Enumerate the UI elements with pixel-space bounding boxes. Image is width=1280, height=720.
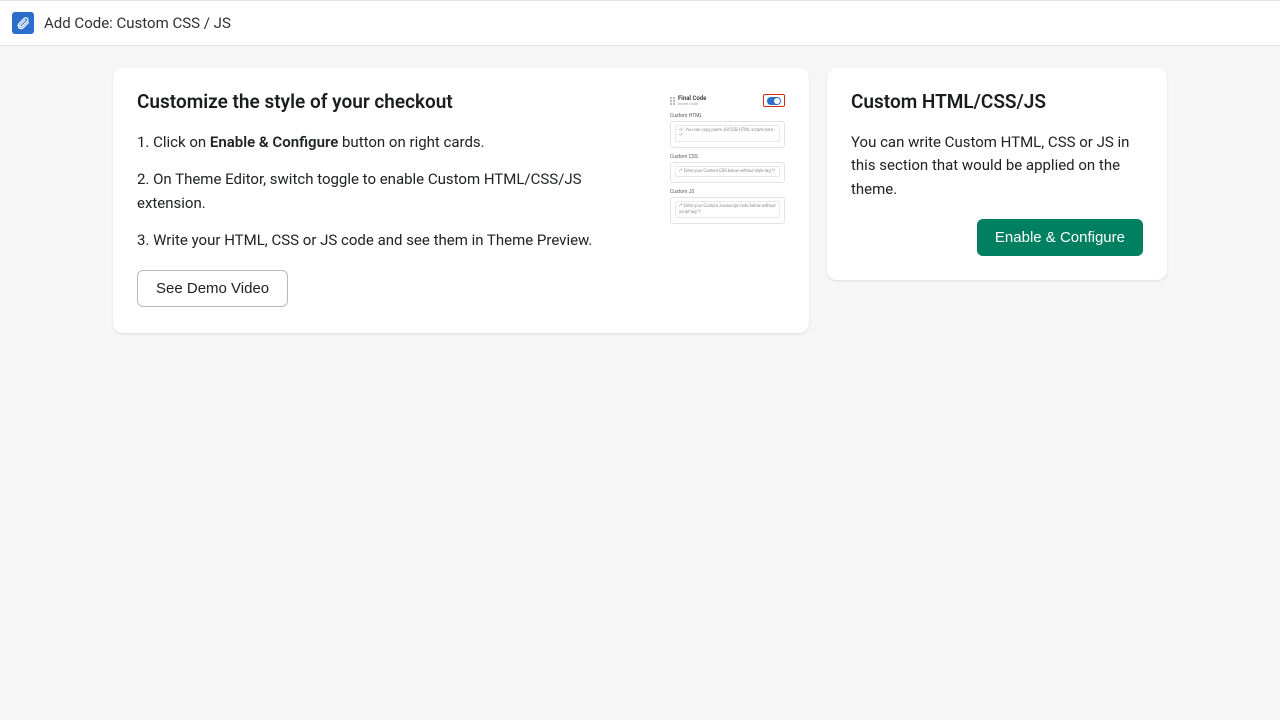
preview-css-label: Custom CSS (670, 154, 785, 160)
instructions-text: Customize the style of your checkout 1. … (137, 90, 650, 307)
config-title: Custom HTML/CSS/JS (851, 90, 1143, 113)
toggle-icon (767, 97, 781, 105)
step-1-bold: Enable & Configure (210, 133, 338, 151)
preview-css-block: Custom CSS /* Enter your Custom CSS belo… (670, 154, 785, 183)
preview-css-text: /* Enter your Custom CSS below without s… (675, 166, 780, 177)
preview-html-card: <!-- You can copy paste JS/CSS/HTML scri… (670, 121, 785, 148)
content-area: Customize the style of your checkout 1. … (0, 46, 1280, 355)
step-1-suffix: button on right cards. (338, 133, 484, 151)
preview-css-card: /* Enter your Custom CSS below without s… (670, 162, 785, 183)
instructions-title: Customize the style of your checkout (137, 90, 650, 113)
preview-html-label: Custom HTML (670, 113, 785, 119)
preview-js-text: /* Enter your Custom Javascript code bel… (675, 201, 780, 218)
preview-header: Final Code Insert code (670, 94, 785, 107)
topbar: Add Code: Custom CSS / JS (0, 0, 1280, 46)
preview-illustration: Final Code Insert code Custom HTML <!-- … (670, 90, 785, 307)
step-3: 3. Write your HTML, CSS or JS code and s… (137, 229, 650, 252)
preview-html-block: Custom HTML <!-- You can copy paste JS/C… (670, 113, 785, 148)
preview-js-card: /* Enter your Custom Javascript code bel… (670, 197, 785, 224)
step-1: 1. Click on Enable & Configure button on… (137, 131, 650, 154)
step-1-prefix: 1. Click on (137, 133, 210, 151)
instructions-card: Customize the style of your checkout 1. … (113, 68, 809, 333)
preview-titles: Final Code Insert code (678, 96, 706, 106)
enable-configure-button[interactable]: Enable & Configure (977, 219, 1143, 256)
preview-toggle-highlight (763, 94, 785, 107)
app-logo-icon (12, 12, 34, 34)
page-title: Add Code: Custom CSS / JS (44, 14, 231, 32)
preview-js-block: Custom JS /* Enter your Custom Javascrip… (670, 189, 785, 224)
step-2: 2. On Theme Editor, switch toggle to ena… (137, 168, 650, 215)
preview-subtitle: Insert code (678, 102, 706, 106)
config-desc: You can write Custom HTML, CSS or JS in … (851, 131, 1143, 201)
config-card: Custom HTML/CSS/JS You can write Custom … (827, 68, 1167, 280)
preview-js-label: Custom JS (670, 189, 785, 195)
preview-header-left: Final Code Insert code (670, 96, 706, 106)
see-demo-video-button[interactable]: See Demo Video (137, 270, 288, 307)
drag-handle-icon (670, 97, 675, 105)
preview-html-text: <!-- You can copy paste JS/CSS/HTML scri… (675, 125, 780, 142)
